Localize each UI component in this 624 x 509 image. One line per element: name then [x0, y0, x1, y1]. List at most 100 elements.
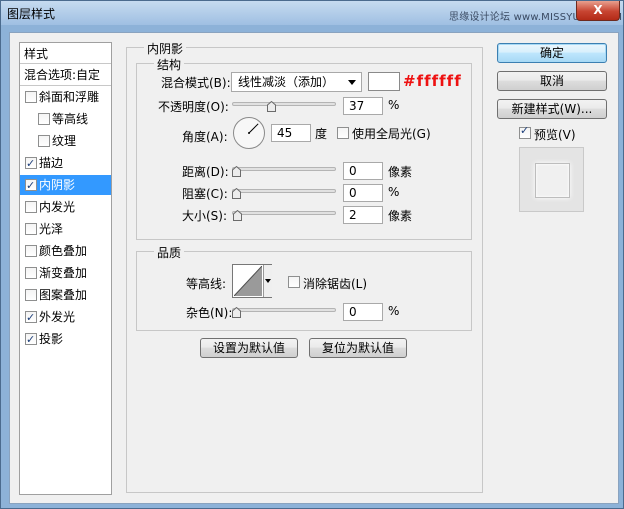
size-slider-thumb[interactable]: [232, 210, 242, 221]
blend-options-item[interactable]: 混合选项:自定: [20, 64, 111, 86]
style-item-label: 斜面和浮雕: [39, 90, 100, 104]
inner-shadow-title: 内阴影: [144, 40, 187, 57]
layer-style-dialog: 图层样式 思缘设计论坛 www.MISSYUAN.COM X 样式 混合选项:自…: [0, 0, 624, 509]
distance-input[interactable]: 0: [343, 162, 383, 180]
anti-alias-label: 消除锯齿(L): [303, 277, 368, 291]
opacity-input[interactable]: 37: [343, 97, 383, 115]
style-item-label: 纹理: [52, 134, 77, 148]
structure-title: 结构: [154, 56, 185, 73]
contour-picker[interactable]: [232, 264, 272, 298]
blend-mode-value: 线性减淡（添加）: [238, 75, 335, 89]
style-item-checkbox[interactable]: [25, 154, 37, 174]
style-item-checkbox[interactable]: [25, 308, 37, 328]
angle-label: 角度(A):: [182, 130, 228, 144]
noise-slider-track[interactable]: [232, 308, 336, 312]
blend-mode-select[interactable]: 线性减淡（添加）: [231, 72, 362, 92]
anti-alias-checkbox[interactable]: [288, 276, 300, 288]
style-item-label: 外发光: [39, 310, 76, 324]
noise-label: 杂色(N):: [186, 306, 233, 320]
size-input[interactable]: 2: [343, 206, 383, 224]
angle-dial[interactable]: [232, 116, 266, 150]
cancel-button[interactable]: 取消: [497, 71, 607, 91]
style-item-checkbox[interactable]: [25, 223, 37, 235]
style-item-checkbox[interactable]: [38, 135, 50, 147]
style-item[interactable]: 描边: [20, 153, 111, 174]
angle-unit: 度: [315, 127, 328, 141]
style-preview-thumbnail: [519, 147, 584, 212]
style-item[interactable]: 图案叠加: [20, 285, 111, 305]
style-item[interactable]: 等高线: [20, 109, 111, 129]
ok-button[interactable]: 确定: [497, 43, 607, 63]
style-list-header-label: 样式: [24, 47, 49, 61]
opacity-label: 不透明度(O):: [158, 100, 229, 114]
dialog-body: 样式 混合选项:自定 斜面和浮雕等高线纹理描边内阴影内发光光泽颜色叠加渐变叠加图…: [9, 32, 619, 504]
style-item[interactable]: 渐变叠加: [20, 263, 111, 283]
style-item[interactable]: 光泽: [20, 219, 111, 239]
shadow-color-swatch[interactable]: [368, 72, 400, 91]
style-item-label: 内阴影: [39, 178, 76, 192]
quality-group: 品质 等高线: 消除锯齿(L) 杂色(N): 0 %: [136, 244, 472, 331]
contour-label: 等高线:: [186, 277, 227, 291]
style-item-label: 等高线: [52, 112, 89, 126]
size-slider-track[interactable]: [232, 211, 336, 215]
size-unit: 像素: [388, 209, 413, 223]
style-item-checkbox[interactable]: [25, 176, 37, 196]
distance-label: 距离(D):: [182, 165, 229, 179]
style-item[interactable]: 纹理: [20, 131, 111, 151]
choke-input[interactable]: 0: [343, 184, 383, 202]
style-item[interactable]: 内阴影: [20, 175, 111, 196]
make-default-button[interactable]: 设置为默认值: [200, 338, 298, 358]
blend-options-label: 混合选项:自定: [24, 68, 101, 82]
global-light-label: 使用全局光(G): [352, 127, 431, 141]
chevron-down-icon: [265, 279, 271, 283]
preview-label: 预览(V): [534, 128, 576, 142]
angle-input[interactable]: 45: [271, 124, 311, 142]
style-item-label: 颜色叠加: [39, 244, 88, 258]
style-item[interactable]: 颜色叠加: [20, 241, 111, 261]
style-item[interactable]: 内发光: [20, 197, 111, 217]
style-item-checkbox[interactable]: [25, 91, 37, 103]
opacity-unit: %: [388, 98, 400, 112]
reset-default-button[interactable]: 复位为默认值: [309, 338, 407, 358]
style-item-checkbox[interactable]: [25, 267, 37, 279]
style-list-panel: 样式 混合选项:自定 斜面和浮雕等高线纹理描边内阴影内发光光泽颜色叠加渐变叠加图…: [19, 42, 112, 495]
distance-slider-thumb[interactable]: [232, 166, 241, 177]
style-item-label: 光泽: [39, 222, 64, 236]
preview-checkbox[interactable]: [519, 124, 531, 139]
opacity-slider-thumb[interactable]: [267, 101, 277, 112]
contour-curve-icon: [234, 266, 262, 296]
style-item[interactable]: 投影: [20, 329, 111, 350]
style-item-label: 内发光: [39, 200, 76, 214]
structure-group: 结构 混合模式(B): 线性减淡（添加） #ffffff 不透明度(O): 37…: [136, 56, 472, 240]
style-item-label: 投影: [39, 332, 64, 346]
choke-slider-thumb[interactable]: [232, 188, 241, 199]
noise-unit: %: [388, 304, 400, 318]
style-item-checkbox[interactable]: [25, 330, 37, 350]
new-style-button[interactable]: 新建样式(W)...: [497, 99, 607, 119]
size-label: 大小(S):: [182, 209, 228, 223]
opacity-slider-track[interactable]: [232, 102, 336, 106]
style-list-header[interactable]: 样式: [20, 43, 111, 64]
close-button[interactable]: X: [576, 1, 620, 21]
distance-slider-track[interactable]: [232, 167, 336, 171]
noise-input[interactable]: 0: [343, 303, 383, 321]
contour-dropdown-button[interactable]: [263, 265, 272, 297]
color-hex-annotation: #ffffff: [403, 72, 462, 90]
style-item-label: 描边: [39, 156, 64, 170]
choke-unit: %: [388, 185, 400, 199]
title-bar[interactable]: 图层样式 思缘设计论坛 www.MISSYUAN.COM X: [1, 1, 623, 25]
style-item-checkbox[interactable]: [38, 113, 50, 125]
style-item-checkbox[interactable]: [25, 201, 37, 213]
style-item-checkbox[interactable]: [25, 245, 37, 257]
noise-slider-thumb[interactable]: [232, 307, 241, 318]
global-light-checkbox[interactable]: [337, 127, 349, 139]
distance-unit: 像素: [388, 165, 413, 179]
choke-label: 阻塞(C):: [182, 187, 228, 201]
window-title: 图层样式: [7, 7, 56, 21]
style-item-checkbox[interactable]: [25, 289, 37, 301]
choke-slider-track[interactable]: [232, 189, 336, 193]
inner-shadow-group: 内阴影 结构 混合模式(B): 线性减淡（添加） #ffffff 不透明度(O)…: [126, 40, 483, 493]
style-item[interactable]: 外发光: [20, 307, 111, 328]
blend-mode-label: 混合模式(B):: [161, 76, 231, 90]
style-item[interactable]: 斜面和浮雕: [20, 87, 111, 107]
